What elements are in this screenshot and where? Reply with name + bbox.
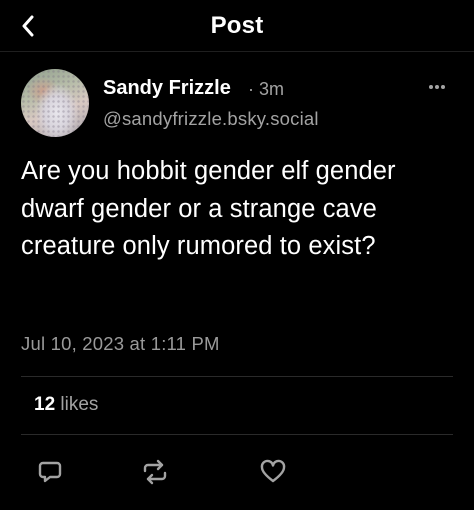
post-timestamp: Jul 10, 2023 at 1:11 PM bbox=[21, 333, 220, 354]
author-name[interactable]: Sandy Frizzle bbox=[103, 77, 231, 100]
more-options-button[interactable] bbox=[422, 76, 452, 98]
like-button[interactable] bbox=[257, 456, 289, 488]
likes-stat[interactable]: 12 likes bbox=[34, 394, 98, 416]
repost-button[interactable] bbox=[139, 456, 171, 488]
page-title: Post bbox=[210, 12, 264, 39]
divider bbox=[21, 376, 453, 377]
likes-count: 12 bbox=[34, 394, 56, 415]
divider bbox=[21, 434, 453, 435]
ellipsis-icon bbox=[429, 85, 445, 89]
avatar[interactable] bbox=[21, 69, 89, 137]
avatar-pattern bbox=[21, 69, 89, 137]
reply-button[interactable] bbox=[34, 456, 66, 488]
comment-icon bbox=[38, 461, 62, 483]
post-time: · 3m bbox=[248, 79, 284, 99]
heart-icon bbox=[260, 459, 286, 483]
likes-label: likes bbox=[60, 394, 99, 415]
repost-icon bbox=[143, 459, 167, 485]
author-handle[interactable]: @sandyfrizzle.bsky.social bbox=[103, 108, 319, 130]
post-text: Are you hobbit gender elf gender dwarf g… bbox=[21, 157, 396, 260]
top-bar: Post bbox=[0, 0, 474, 52]
